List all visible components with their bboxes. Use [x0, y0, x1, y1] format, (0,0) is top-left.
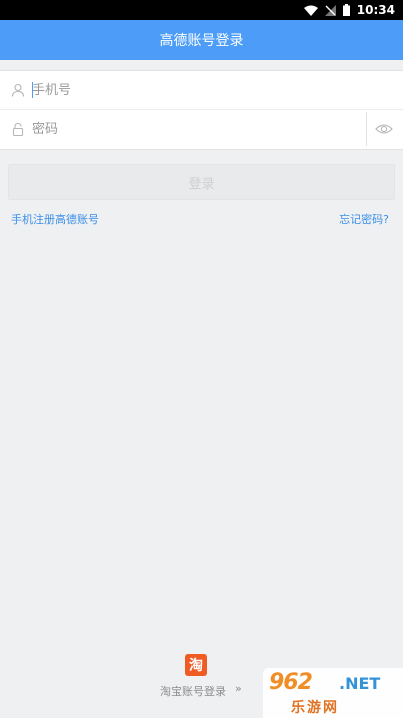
watermark-net: .NET — [339, 674, 381, 693]
status-time: 10:34 — [356, 3, 395, 17]
user-icon — [11, 83, 25, 97]
register-link[interactable]: 手机注册高德账号 — [11, 211, 99, 227]
battery-icon — [342, 4, 350, 16]
eye-divider — [366, 112, 367, 146]
wifi-icon — [303, 5, 318, 16]
status-bar: 10:34 — [0, 0, 403, 20]
watermark-site-name: 乐游网 — [291, 700, 339, 716]
eye-icon[interactable] — [375, 121, 393, 137]
no-signal-icon — [324, 4, 336, 16]
watermark-number: 962 — [269, 670, 313, 695]
text-cursor — [32, 82, 33, 98]
lock-icon — [12, 122, 24, 136]
app-bar: 高德账号登录 — [0, 20, 403, 60]
taobao-logo-icon[interactable]: 淘 — [185, 654, 207, 676]
page-title: 高德账号登录 — [159, 33, 244, 49]
forgot-password-link[interactable]: 忘记密码? — [339, 211, 389, 227]
status-icons: 10:34 — [303, 0, 395, 20]
taobao-login-link[interactable]: 淘宝账号登录 — [160, 683, 226, 699]
phone-field-row — [0, 71, 403, 110]
double-chevron-icon: » — [235, 682, 242, 695]
watermark: 962 .NET 乐游网 — [263, 668, 403, 718]
login-button[interactable]: 登录 — [8, 164, 395, 200]
phone-input[interactable] — [32, 79, 352, 101]
password-field-row — [0, 110, 403, 148]
login-form — [0, 70, 403, 150]
password-input[interactable] — [32, 118, 358, 140]
